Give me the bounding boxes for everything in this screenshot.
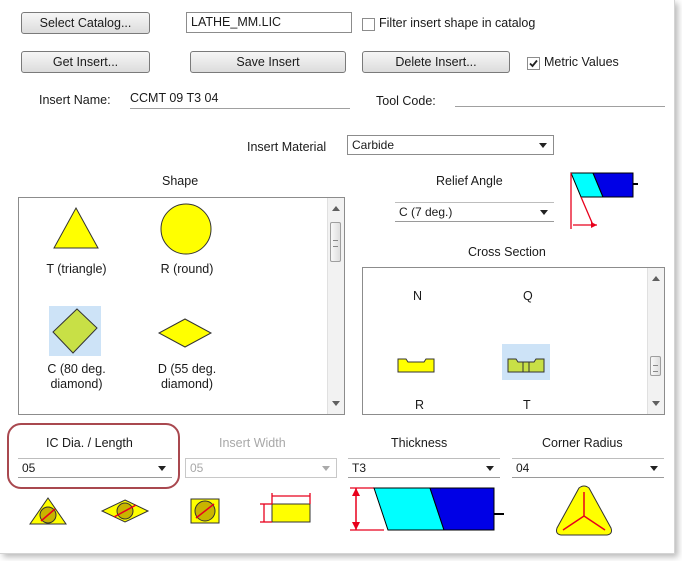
scroll-up-icon xyxy=(652,276,660,281)
get-insert-button[interactable]: Get Insert... xyxy=(21,51,150,73)
checkmark-icon xyxy=(529,59,538,68)
diamond-80-shape-icon xyxy=(52,308,98,354)
shape-label-diamond-80: C (80 deg. diamond) xyxy=(47,362,106,391)
insert-material-select[interactable]: Carbide xyxy=(347,135,554,155)
chevron-down-icon xyxy=(158,466,166,471)
corner-radius-icon xyxy=(556,485,612,536)
triangle-shape-icon xyxy=(53,206,99,249)
diamond-55-shape-icon xyxy=(157,318,213,348)
scroll-down-icon xyxy=(332,401,340,406)
metric-values-label: Metric Values xyxy=(544,55,619,69)
relief-angle-value: C (7 deg.) xyxy=(399,205,453,219)
shape-item-diamond-80[interactable]: C (80 deg. diamond) xyxy=(29,306,124,406)
corner-radius-select[interactable]: 04 xyxy=(512,458,664,478)
ic-length-title: IC Dia. / Length xyxy=(46,436,133,450)
round-shape-icon xyxy=(160,203,212,255)
relief-angle-select[interactable]: C (7 deg.) xyxy=(395,202,554,222)
insert-width-select[interactable]: 05 xyxy=(185,458,337,478)
shape-list-scrollbar[interactable] xyxy=(327,198,344,414)
shape-item-diamond-55[interactable]: D (55 deg. diamond) xyxy=(137,316,237,406)
cross-section-label-q[interactable]: Q xyxy=(523,289,533,303)
insert-width-value: 05 xyxy=(190,461,204,475)
thickness-value: T3 xyxy=(352,461,367,475)
ic-square-icon xyxy=(190,498,220,524)
scroll-up-icon xyxy=(332,206,340,211)
insert-material-value: Carbide xyxy=(352,138,395,152)
relief-angle-icon xyxy=(570,172,638,229)
cross-section-list[interactable]: N Q R T xyxy=(362,267,665,415)
tool-code-field[interactable] xyxy=(455,88,665,107)
insert-material-label: Insert Material xyxy=(247,140,327,154)
cross-section-t-icon[interactable] xyxy=(506,356,546,374)
insert-width-dimension-icon xyxy=(260,493,311,523)
cross-section-scrollbar[interactable] xyxy=(647,268,664,414)
shape-title: Shape xyxy=(162,174,199,188)
thickness-select[interactable]: T3 xyxy=(348,458,500,478)
cross-section-label-n[interactable]: N xyxy=(413,289,422,303)
chevron-down-icon xyxy=(650,466,658,471)
ic-length-value: 05 xyxy=(22,461,36,475)
cross-section-n-icon[interactable] xyxy=(396,356,436,374)
ic-diamond-55-icon xyxy=(100,499,150,523)
thickness-dimension-icon xyxy=(350,487,504,531)
ic-length-select[interactable]: 05 xyxy=(18,458,172,478)
shape-item-round[interactable]: R (round) xyxy=(137,202,237,286)
ic-highlight-outline xyxy=(7,423,180,489)
shape-label-diamond-55: D (55 deg. diamond) xyxy=(157,362,217,391)
relief-angle-title: Relief Angle xyxy=(436,174,503,188)
insert-name-label: Insert Name: xyxy=(39,93,111,107)
ic-triangle-icon xyxy=(29,497,67,525)
select-catalog-button[interactable]: Select Catalog... xyxy=(21,12,150,34)
filter-shape-checkbox[interactable] xyxy=(362,18,375,31)
corner-radius-value: 04 xyxy=(516,461,530,475)
chevron-down-icon xyxy=(539,143,547,148)
chevron-down-icon xyxy=(486,466,494,471)
catalog-file-field[interactable]: LATHE_MM.LIC xyxy=(186,12,352,33)
cross-section-title: Cross Section xyxy=(468,245,546,259)
shape-label-round: R (round) xyxy=(160,262,214,276)
metric-values-checkbox[interactable] xyxy=(527,57,540,70)
corner-radius-title: Corner Radius xyxy=(542,436,623,450)
thickness-title: Thickness xyxy=(391,436,448,450)
scroll-thumb[interactable] xyxy=(330,222,341,262)
insert-name-field[interactable]: CCMT 09 T3 04 xyxy=(130,91,350,109)
chevron-down-icon xyxy=(540,210,548,215)
shape-list[interactable]: T (triangle) R (round) C (80 deg. diamon… xyxy=(18,197,345,415)
insert-width-title: Insert Width xyxy=(219,436,286,450)
chevron-down-icon xyxy=(322,466,330,471)
delete-insert-button[interactable]: Delete Insert... xyxy=(362,51,510,73)
shape-item-triangle[interactable]: T (triangle) xyxy=(29,206,124,286)
tool-code-label: Tool Code: xyxy=(376,94,436,108)
scroll-down-icon xyxy=(652,401,660,406)
scroll-thumb[interactable] xyxy=(650,356,661,376)
filter-shape-label: Filter insert shape in catalog xyxy=(379,16,536,30)
shape-label-triangle: T (triangle) xyxy=(46,262,107,276)
save-insert-button[interactable]: Save Insert xyxy=(190,51,346,73)
cross-section-label-r[interactable]: R xyxy=(415,398,424,412)
cross-section-label-t[interactable]: T xyxy=(523,398,531,412)
